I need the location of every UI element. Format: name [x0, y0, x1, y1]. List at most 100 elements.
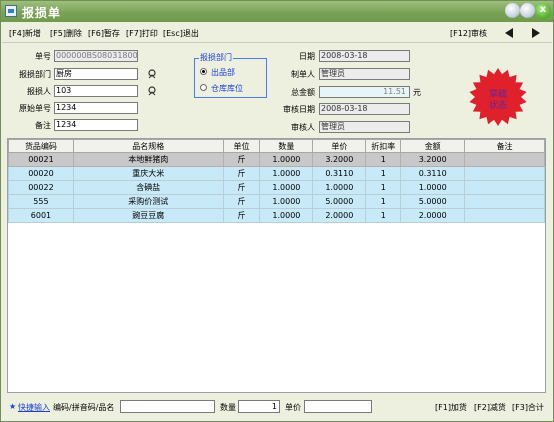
date-field[interactable]: 2008-03-18 [319, 50, 410, 62]
cell-amount[interactable]: 0.3110 [400, 166, 466, 181]
doc-no-field[interactable]: 000000BS0803180002 [54, 50, 138, 62]
cell-discount[interactable]: 1 [365, 166, 402, 181]
window-title: 报损单 [22, 6, 62, 20]
total-label: 总金额 [291, 88, 315, 97]
cell-unit[interactable]: 斤 [222, 152, 261, 167]
cell-amount[interactable]: 1.0000 [400, 180, 466, 195]
dept-radio-group: 报损部门 出品部 仓库库位 [194, 52, 267, 98]
cell-code[interactable]: 00020 [8, 166, 74, 181]
col-header[interactable]: 货品编码 [8, 139, 74, 153]
cell-note[interactable] [464, 180, 545, 195]
creator-label: 制单人 [291, 70, 315, 79]
cell-note[interactable] [464, 152, 545, 167]
table-row[interactable]: 00022 含碘盐 斤 1.0000 1.0000 1 1.0000 [8, 180, 545, 195]
auditor-field[interactable]: 管理员 [319, 121, 410, 133]
orig-no-label: 原始单号 [19, 104, 51, 113]
maximize-button[interactable] [520, 3, 535, 18]
remark-field[interactable]: 1234 [54, 119, 138, 131]
arrow-left-icon[interactable] [504, 28, 514, 38]
creator-field[interactable]: 管理员 [319, 68, 410, 80]
cell-code[interactable]: 6001 [8, 208, 74, 223]
cell-note[interactable] [464, 208, 545, 223]
arrow-right-icon[interactable] [531, 28, 541, 38]
radio-warehouse[interactable] [200, 84, 207, 91]
add-goods-button[interactable]: [F1]加货 [435, 402, 467, 413]
stamp-text-2: 状态 [488, 101, 507, 111]
minimize-button[interactable] [505, 3, 520, 18]
reduce-goods-button[interactable]: [F2]减货 [474, 402, 506, 413]
cell-unit[interactable]: 斤 [222, 166, 261, 181]
cell-discount[interactable]: 1 [365, 208, 402, 223]
cell-price[interactable]: 5.0000 [312, 194, 367, 209]
cell-unit[interactable]: 斤 [222, 194, 261, 209]
cell-code[interactable]: 00022 [8, 180, 74, 195]
search-icon[interactable] [147, 86, 157, 96]
new-button[interactable]: [F4]新增 [9, 28, 41, 39]
approve-button[interactable]: [F12]审核 [450, 28, 487, 39]
cell-qty[interactable]: 1.0000 [259, 194, 314, 209]
col-header[interactable]: 金额 [400, 139, 466, 153]
col-header[interactable]: 单位 [222, 139, 261, 153]
col-header[interactable]: 品名规格 [72, 139, 224, 153]
dept-group-legend: 报损部门 [199, 52, 233, 63]
total-field[interactable]: 11.51 [319, 86, 410, 98]
cell-qty[interactable]: 1.0000 [259, 152, 314, 167]
cell-price[interactable]: 1.0000 [312, 180, 367, 195]
search-icon[interactable] [147, 69, 157, 79]
cell-discount[interactable]: 1 [365, 194, 402, 209]
cell-qty[interactable]: 1.0000 [259, 166, 314, 181]
col-header[interactable]: 折扣率 [365, 139, 402, 153]
dept-field[interactable]: 厨房 [54, 68, 138, 80]
table-row[interactable]: 00021 本地鲜猪肉 斤 1.0000 3.2000 1 3.2000 [8, 152, 545, 167]
cell-note[interactable] [464, 166, 545, 181]
app-icon [5, 5, 17, 17]
cell-name[interactable]: 含碘盐 [72, 180, 224, 195]
table-header: 货品编码 品名规格 单位 数量 单价 折扣率 金额 备注 [8, 139, 545, 153]
doc-no-label: 单号 [35, 52, 51, 61]
items-grid[interactable]: 货品编码 品名规格 单位 数量 单价 折扣率 金额 备注 00021 本地鲜猪肉… [7, 138, 546, 393]
cell-unit[interactable]: 斤 [222, 180, 261, 195]
cell-name[interactable]: 采购价测试 [72, 194, 224, 209]
table-row[interactable]: 00020 重庆大米 斤 1.0000 0.3110 1 0.3110 [8, 166, 545, 181]
table-row[interactable]: 6001 豌豆豆腐 斤 1.0000 2.0000 1 2.0000 [8, 208, 545, 223]
cell-price[interactable]: 0.3110 [312, 166, 367, 181]
price-field[interactable] [304, 400, 372, 413]
delete-button[interactable]: [F5]删除 [50, 28, 82, 39]
reporter-label: 报损人 [27, 87, 51, 96]
cell-code[interactable]: 00021 [8, 152, 74, 167]
col-header[interactable]: 备注 [464, 139, 545, 153]
table-row[interactable]: 555 采购价测试 斤 1.0000 5.0000 1 5.0000 [8, 194, 545, 209]
radio-dept-kitchen[interactable] [200, 68, 207, 75]
close-button[interactable]: x [535, 3, 551, 19]
radio-label: 出品部 [211, 68, 235, 77]
cell-qty[interactable]: 1.0000 [259, 208, 314, 223]
total-button[interactable]: [F3]合计 [512, 402, 544, 413]
audit-date-field[interactable]: 2008-03-18 [319, 103, 410, 115]
cell-code[interactable]: 555 [8, 194, 74, 209]
cell-unit[interactable]: 斤 [222, 208, 261, 223]
cell-name[interactable]: 本地鲜猪肉 [72, 152, 224, 167]
cell-price[interactable]: 2.0000 [312, 208, 367, 223]
cell-name[interactable]: 豌豆豆腐 [72, 208, 224, 223]
cell-name[interactable]: 重庆大米 [72, 166, 224, 181]
col-header[interactable]: 单价 [312, 139, 367, 153]
exit-button[interactable]: [Esc]退出 [163, 28, 199, 39]
cell-amount[interactable]: 3.2000 [400, 152, 466, 167]
reporter-field[interactable]: 103 [54, 85, 138, 97]
quick-input-link[interactable]: 快捷输入 [18, 402, 50, 413]
cell-note[interactable] [464, 194, 545, 209]
qty-field[interactable]: 1 [238, 400, 280, 413]
col-header[interactable]: 数量 [259, 139, 314, 153]
cell-price[interactable]: 3.2000 [312, 152, 367, 167]
cell-amount[interactable]: 2.0000 [400, 208, 466, 223]
cell-discount[interactable]: 1 [365, 152, 402, 167]
quick-input-field[interactable] [120, 400, 215, 413]
save-draft-button[interactable]: [F6]暂存 [88, 28, 120, 39]
cell-discount[interactable]: 1 [365, 180, 402, 195]
print-button[interactable]: [F7]打印 [126, 28, 158, 39]
title-bar[interactable]: 报损单 x [1, 1, 553, 22]
orig-no-field[interactable]: 1234 [54, 102, 138, 114]
qty-label: 数量 [220, 403, 236, 412]
cell-qty[interactable]: 1.0000 [259, 180, 314, 195]
cell-amount[interactable]: 5.0000 [400, 194, 466, 209]
